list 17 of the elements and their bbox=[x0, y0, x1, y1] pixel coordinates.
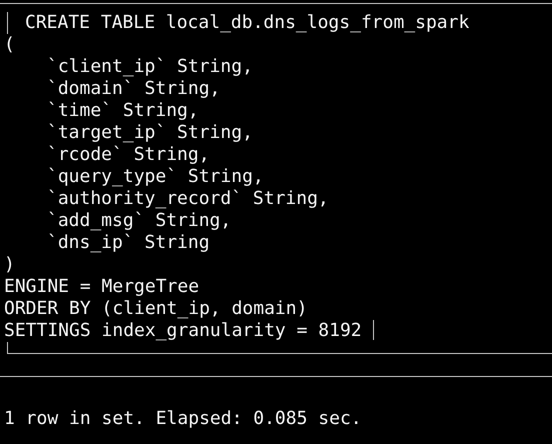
sql-line: `rcode` String, bbox=[47, 144, 210, 165]
sql-line: `query_type` String, bbox=[47, 166, 264, 187]
sql-line: ENGINE = MergeTree bbox=[4, 276, 200, 297]
text-cursor bbox=[372, 320, 374, 340]
sql-line: `client_ip` String, bbox=[47, 56, 253, 77]
sql-line: SETTINGS index_granularity = 8192 bbox=[4, 320, 362, 341]
sql-line: `dns_ip` String bbox=[47, 232, 210, 253]
sql-line: `time` String, bbox=[47, 100, 199, 121]
sql-line: `target_ip` String, bbox=[47, 122, 253, 143]
sql-line: CREATE TABLE local_db.dns_logs_from_spark bbox=[25, 12, 470, 34]
sql-line: ORDER BY (client_ip, domain) bbox=[4, 298, 308, 319]
status-line: 1 row in set. Elapsed: 0.085 sec. bbox=[4, 408, 362, 429]
sql-line: `domain` String, bbox=[47, 78, 220, 99]
sql-line: ( bbox=[4, 34, 15, 55]
sql-line: `authority_record` String, bbox=[47, 188, 329, 209]
sql-line: ) bbox=[4, 254, 15, 275]
sql-line: `add_msg` String, bbox=[47, 210, 232, 231]
